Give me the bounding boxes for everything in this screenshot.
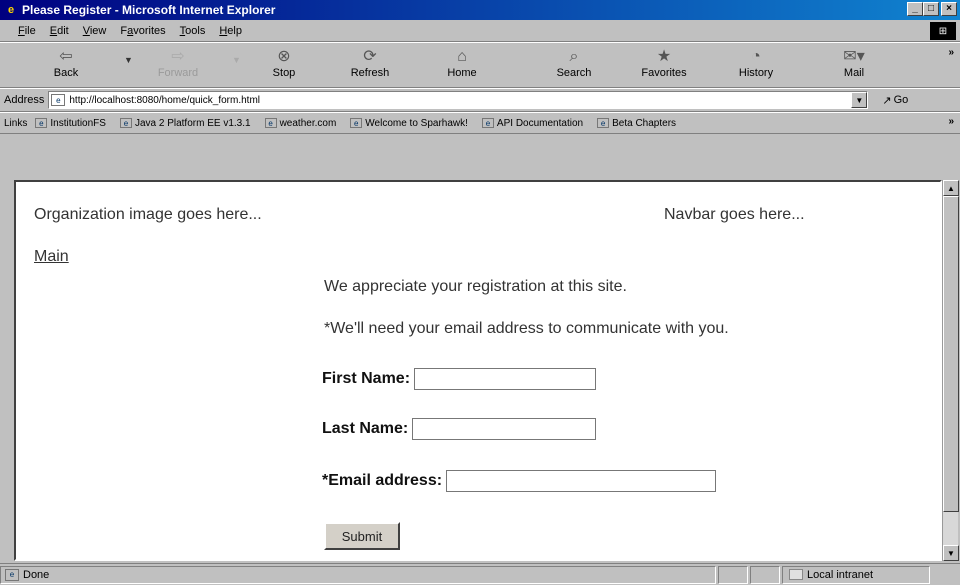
last-name-field[interactable] [412,418,597,440]
minimize-button[interactable]: _ [907,2,923,16]
vertical-scrollbar[interactable]: ▲ ▼ [942,180,959,561]
status-text-panel: e Done [0,565,716,584]
link-page-icon: e [481,118,494,128]
links-label: Links [4,117,28,129]
history-icon: ◔ [751,48,761,65]
favorites-button[interactable]: ★ Favorites [636,47,692,85]
history-button[interactable]: ◔ History [728,47,784,85]
email-row: *Email address: [322,470,717,492]
close-button[interactable]: × [941,2,957,16]
link-page-icon: e [119,118,132,128]
scroll-thumb[interactable] [943,196,959,512]
scroll-down-icon[interactable]: ▼ [943,545,959,561]
maximize-button[interactable]: □ [923,2,939,16]
security-zone-panel: Local intranet [782,565,930,584]
email-label: *Email address: [322,472,443,489]
search-button[interactable]: ⌕ Search [546,47,602,85]
menu-bar: File Edit View Favorites Tools Help ⊞ [0,20,960,42]
window-title: Please Register - Microsoft Internet Exp… [22,3,276,17]
page-icon: e [51,94,66,106]
menu-file[interactable]: File [18,25,36,37]
forward-button[interactable]: ⇨ Forward [150,47,206,85]
scroll-up-icon[interactable]: ▲ [943,180,959,196]
refresh-icon: ⟳ [363,48,377,65]
ie-app-icon[interactable]: e [4,3,18,17]
security-zone-label: Local intranet [807,568,874,581]
address-input[interactable]: e http://localhost:8080/home/quick_form.… [48,91,869,109]
toolbar-overflow-icon[interactable]: » [948,47,954,58]
first-name-row: First Name: [322,368,597,390]
mail-button[interactable]: ✉▾ Mail [826,47,882,85]
home-icon: ⌂ [457,48,467,65]
forward-arrow-icon: ⇨ [171,48,185,65]
status-page-icon: e [5,568,19,581]
menu-favorites[interactable]: Favorites [120,25,165,37]
submit-button[interactable]: Submit [324,522,400,550]
link-sparhawk[interactable]: e Welcome to Sparhawk! [350,118,468,129]
organization-image-placeholder: Organization image goes here... [34,206,262,223]
stop-button[interactable]: ⊗ Stop [256,47,312,85]
link-page-icon: e [264,118,277,128]
navbar-placeholder: Navbar goes here... [664,206,805,223]
status-segment [718,565,748,584]
link-weather[interactable]: e weather.com [264,118,336,129]
menu-help[interactable]: Help [219,25,242,37]
status-bar: e Done Local intranet [0,563,960,585]
link-page-icon: e [350,118,363,128]
intranet-zone-icon [789,569,803,580]
link-page-icon: e [597,118,610,128]
address-label: Address [4,94,45,106]
windows-logo-icon: ⊞ [930,22,956,40]
address-dropdown-icon[interactable]: ▼ [851,92,868,108]
favorites-icon: ★ [656,48,672,65]
go-arrow-icon: ↗ [882,94,892,107]
email-notice: *We'll need your email address to commun… [324,320,729,337]
refresh-button[interactable]: ⟳ Refresh [342,47,398,85]
link-java2-platform[interactable]: e Java 2 Platform EE v1.3.1 [119,118,251,129]
back-dropdown-icon[interactable]: ▼ [124,55,133,65]
address-bar: Address e http://localhost:8080/home/qui… [0,88,960,112]
go-button[interactable]: ↗ Go [882,94,908,107]
window-controls: _ □ × [907,2,957,16]
address-url: http://localhost:8080/home/quick_form.ht… [69,94,261,106]
link-beta-chapters[interactable]: e Beta Chapters [597,118,676,129]
status-text: Done [23,568,50,581]
menu-edit[interactable]: Edit [50,25,69,37]
link-page-icon: e [35,118,48,128]
home-button[interactable]: ⌂ Home [434,47,490,85]
links-overflow-icon[interactable]: » [948,116,954,127]
last-name-label: Last Name: [322,420,409,437]
registration-intro: We appreciate your registration at this … [324,278,627,295]
standard-toolbar: ⇦ Back ▼ ⇨ Forward ▼ ⊗ Stop ⟳ Refresh ⌂ … [0,42,960,88]
email-field[interactable] [446,470,717,492]
menu-tools[interactable]: Tools [180,25,206,37]
link-institutionfs[interactable]: e InstitutionFS [35,118,106,129]
last-name-row: Last Name: [322,418,597,440]
page-viewport: Organization image goes here... Navbar g… [14,180,942,561]
link-api-documentation[interactable]: e API Documentation [481,118,583,129]
back-arrow-icon: ⇦ [59,48,73,65]
main-link[interactable]: Main [34,248,69,266]
page-body: Organization image goes here... Navbar g… [16,182,940,559]
first-name-field[interactable] [414,368,597,390]
status-segment [750,565,780,584]
back-button[interactable]: ⇦ Back [38,47,94,85]
forward-dropdown-icon[interactable]: ▼ [232,55,241,65]
menu-view[interactable]: View [83,25,107,37]
first-name-label: First Name: [322,370,411,387]
title-bar: e Please Register - Microsoft Internet E… [0,0,960,20]
stop-icon: ⊗ [277,48,291,65]
search-icon: ⌕ [569,48,579,65]
mail-icon: ✉▾ [843,48,865,65]
links-bar: Links e InstitutionFS e Java 2 Platform EE… [0,112,960,134]
